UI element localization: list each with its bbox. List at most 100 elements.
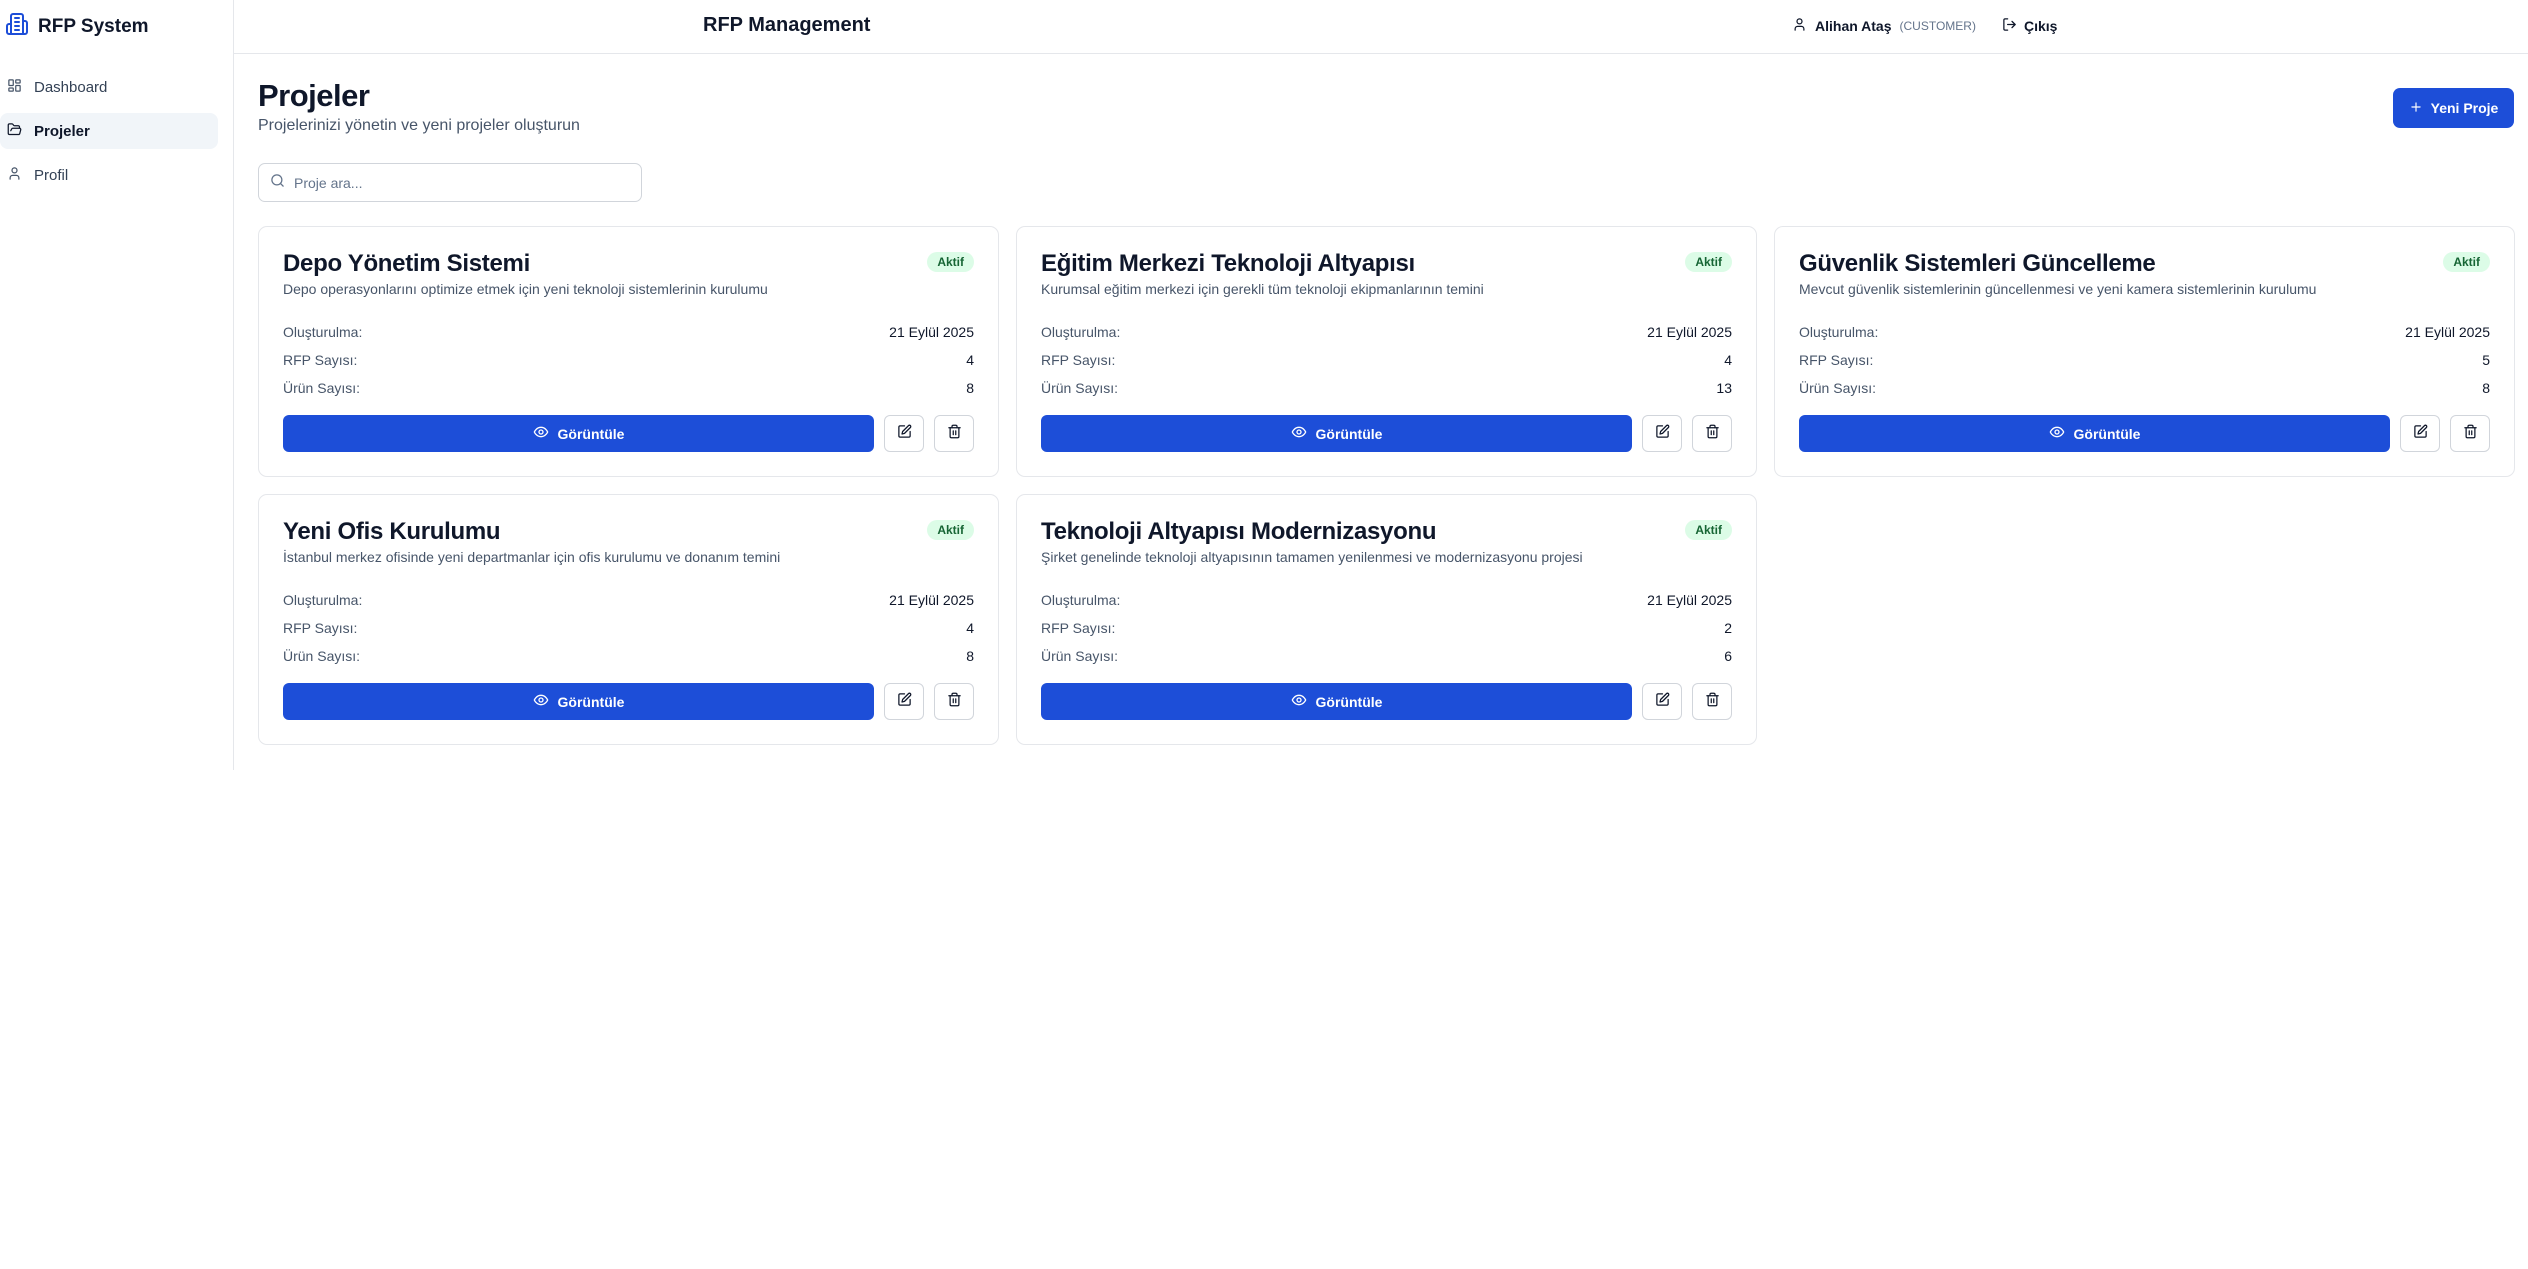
new-project-button[interactable]: Yeni Proje	[2393, 88, 2514, 128]
user-name: Alihan Ataş	[1815, 18, 1892, 34]
trash-icon	[2463, 424, 2478, 444]
rfp-count-row: RFP Sayısı: 4	[283, 350, 974, 370]
delete-button[interactable]	[1692, 683, 1732, 720]
topbar: RFP Management Alihan Ataş (CUSTOMER) Çı…	[234, 0, 2528, 54]
user-icon	[1792, 17, 1807, 35]
edit-button[interactable]	[1642, 683, 1682, 720]
project-title: Yeni Ofis Kurulumu	[283, 518, 501, 545]
delete-button[interactable]	[2450, 415, 2490, 452]
edit-icon	[1655, 424, 1670, 444]
project-title: Güvenlik Sistemleri Güncelleme	[1799, 250, 2156, 277]
eye-icon	[1291, 424, 1307, 443]
sidebar-item-profil[interactable]: Profil	[0, 157, 218, 193]
rfp-count-label: RFP Sayısı:	[1041, 352, 1116, 368]
status-badge: Aktif	[2443, 252, 2490, 272]
rfp-count-value: 5	[2482, 352, 2490, 368]
created-value: 21 Eylül 2025	[2405, 324, 2490, 340]
logout-icon	[2002, 17, 2017, 35]
project-title: Teknoloji Altyapısı Modernizasyonu	[1041, 518, 1437, 545]
sidebar-nav: Dashboard Projeler Profil	[0, 53, 233, 193]
created-row: Oluşturulma: 21 Eylül 2025	[1799, 322, 2490, 342]
delete-button[interactable]	[934, 683, 974, 720]
rfp-count-label: RFP Sayısı:	[283, 352, 358, 368]
product-count-value: 8	[966, 380, 974, 396]
product-count-row: Ürün Sayısı: 8	[283, 646, 974, 666]
edit-icon	[1655, 692, 1670, 712]
brand[interactable]: RFP System	[0, 0, 233, 53]
sidebar-item-projeler[interactable]: Projeler	[0, 113, 218, 149]
view-label: Görüntüle	[557, 425, 625, 442]
app-title: RFP Management	[703, 14, 871, 36]
status-badge: Aktif	[927, 252, 974, 272]
project-description: Kurumsal eğitim merkezi için gerekli tüm…	[1041, 281, 1484, 297]
created-row: Oluşturulma: 21 Eylül 2025	[1041, 322, 1732, 342]
view-label: Görüntüle	[1315, 425, 1383, 442]
created-label: Oluşturulma:	[283, 592, 363, 608]
edit-button[interactable]	[1642, 415, 1682, 452]
product-count-label: Ürün Sayısı:	[1041, 380, 1119, 396]
product-count-row: Ürün Sayısı: 8	[1799, 378, 2490, 398]
rfp-count-value: 4	[966, 620, 974, 636]
logout-button[interactable]: Çıkış	[2002, 17, 2057, 35]
status-badge: Aktif	[1685, 520, 1732, 540]
product-count-label: Ürün Sayısı:	[1799, 380, 1877, 396]
created-value: 21 Eylül 2025	[889, 324, 974, 340]
product-count-value: 6	[1724, 648, 1732, 664]
sidebar-item-dashboard[interactable]: Dashboard	[0, 69, 218, 105]
rfp-count-value: 2	[1724, 620, 1732, 636]
eye-icon	[2049, 424, 2065, 443]
edit-icon	[897, 424, 912, 444]
edit-button[interactable]	[884, 415, 924, 452]
rfp-count-row: RFP Sayısı: 2	[1041, 618, 1732, 638]
rfp-count-value: 4	[1724, 352, 1732, 368]
edit-button[interactable]	[884, 683, 924, 720]
plus-icon	[2409, 100, 2423, 117]
created-label: Oluşturulma:	[1041, 324, 1121, 340]
product-count-row: Ürün Sayısı: 8	[283, 378, 974, 398]
view-button[interactable]: Görüntüle	[283, 415, 874, 452]
project-card: Teknoloji Altyapısı Modernizasyonu Aktif…	[1016, 494, 1757, 745]
sidebar-item-label: Dashboard	[34, 78, 108, 96]
search-input[interactable]	[294, 174, 624, 191]
project-title: Eğitim Merkezi Teknoloji Altyapısı	[1041, 250, 1415, 277]
search-box	[258, 163, 642, 202]
view-button[interactable]: Görüntüle	[283, 683, 874, 720]
status-badge: Aktif	[927, 520, 974, 540]
edit-icon	[2413, 424, 2428, 444]
brand-name: RFP System	[38, 15, 149, 37]
view-label: Görüntüle	[1315, 693, 1383, 710]
rfp-count-label: RFP Sayısı:	[283, 620, 358, 636]
sidebar: RFP System Dashboard Projeler Profil	[0, 0, 234, 770]
trash-icon	[947, 424, 962, 444]
rfp-count-row: RFP Sayısı: 5	[1799, 350, 2490, 370]
sidebar-item-label: Profil	[34, 166, 69, 184]
page-title: Projeler	[258, 78, 370, 113]
status-badge: Aktif	[1685, 252, 1732, 272]
view-button[interactable]: Görüntüle	[1041, 683, 1632, 720]
project-title: Depo Yönetim Sistemi	[283, 250, 530, 277]
delete-button[interactable]	[934, 415, 974, 452]
eye-icon	[533, 692, 549, 711]
product-count-label: Ürün Sayısı:	[283, 648, 361, 664]
product-count-label: Ürün Sayısı:	[283, 380, 361, 396]
logout-label: Çıkış	[2024, 18, 2058, 34]
rfp-count-value: 4	[966, 352, 974, 368]
product-count-value: 8	[2482, 380, 2490, 396]
view-button[interactable]: Görüntüle	[1041, 415, 1632, 452]
project-card: Güvenlik Sistemleri Güncelleme Aktif Mev…	[1774, 226, 2515, 477]
sidebar-item-label: Projeler	[34, 122, 90, 140]
trash-icon	[1705, 692, 1720, 712]
building-icon	[5, 12, 29, 41]
view-button[interactable]: Görüntüle	[1799, 415, 2390, 452]
created-label: Oluşturulma:	[1041, 592, 1121, 608]
rfp-count-row: RFP Sayısı: 4	[1041, 350, 1732, 370]
edit-button[interactable]	[2400, 415, 2440, 452]
product-count-label: Ürün Sayısı:	[1041, 648, 1119, 664]
user-icon	[7, 166, 22, 185]
project-card: Depo Yönetim Sistemi Aktif Depo operasyo…	[258, 226, 999, 477]
grid-icon	[7, 78, 22, 97]
folder-icon	[7, 122, 22, 141]
product-count-row: Ürün Sayısı: 13	[1041, 378, 1732, 398]
delete-button[interactable]	[1692, 415, 1732, 452]
created-value: 21 Eylül 2025	[1647, 592, 1732, 608]
